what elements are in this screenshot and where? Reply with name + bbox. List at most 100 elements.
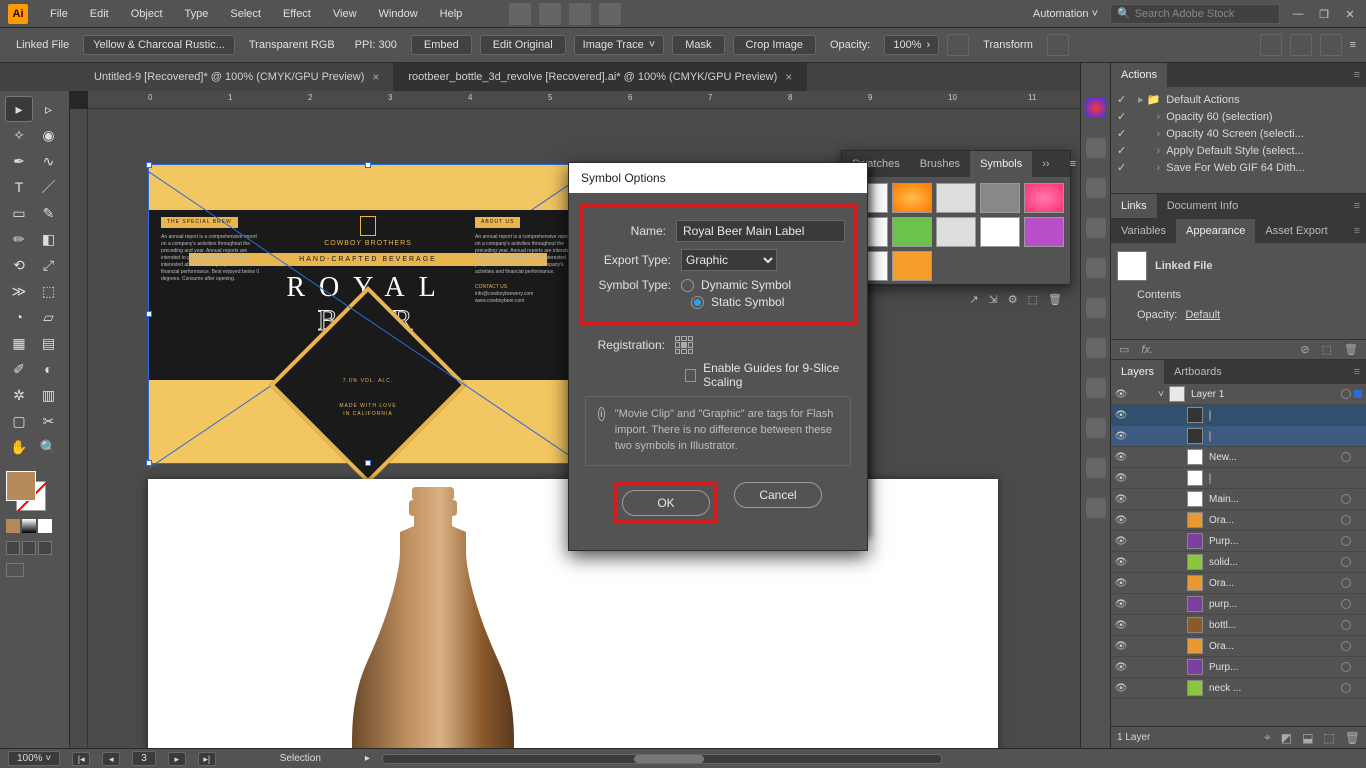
layer-name[interactable]: solid... <box>1206 557 1338 568</box>
window-minimize[interactable]: — <box>1290 8 1306 20</box>
layer-target[interactable] <box>1341 641 1351 651</box>
links-tab[interactable]: Links <box>1111 194 1157 218</box>
transparency-panel-icon[interactable] <box>1086 258 1106 278</box>
visibility-toggle[interactable]: 👁 <box>1111 683 1131 694</box>
panel-menu-icon[interactable]: ≡ <box>1348 194 1366 218</box>
menu-type[interactable]: Type <box>175 4 219 24</box>
ctlbar-icon-2[interactable] <box>1290 34 1312 56</box>
layer-target[interactable] <box>1341 662 1351 672</box>
delete-layer-icon[interactable]: 🗑 <box>1345 731 1360 745</box>
appearance-fx-icon[interactable]: fx. <box>1141 344 1153 356</box>
layer-name[interactable]: Main... <box>1206 494 1338 505</box>
gpu-icon[interactable] <box>599 3 621 25</box>
align-panel-icon[interactable] <box>1086 458 1106 478</box>
tab-close-icon[interactable]: × <box>372 70 379 84</box>
symbol-break-icon[interactable]: ⇲ <box>989 293 998 306</box>
layer-name[interactable]: bottl... <box>1206 620 1338 631</box>
panel-menu-icon[interactable]: ≡ <box>1348 63 1366 87</box>
symbol-options-icon[interactable]: ⚙ <box>1008 293 1018 306</box>
eraser-tool[interactable]: ◧ <box>36 227 62 251</box>
last-artboard-button[interactable]: ▸| <box>198 752 216 766</box>
layer-name[interactable]: New... <box>1206 452 1338 463</box>
ok-button[interactable]: OK <box>622 490 710 516</box>
pathfinder-icon[interactable] <box>1086 498 1106 518</box>
document-tab-1[interactable]: rootbeer_bottle_3d_revolve [Recovered].a… <box>394 63 807 91</box>
prev-artboard-button[interactable]: ◂ <box>102 752 120 766</box>
symbol-new-icon[interactable]: ⬚ <box>1028 293 1038 306</box>
window-restore[interactable]: ❐ <box>1316 8 1332 20</box>
layer-target[interactable] <box>1341 536 1351 546</box>
panel-expand-icon[interactable]: ›› <box>1032 151 1059 177</box>
registration-grid[interactable] <box>675 336 693 354</box>
rectangle-tool[interactable]: ▭ <box>6 201 32 225</box>
tab-close-icon[interactable]: × <box>785 70 792 84</box>
ctlbar-menu-icon[interactable]: ≡ <box>1350 39 1356 51</box>
transform-label[interactable]: Transform <box>977 39 1039 51</box>
artwork-beer-label[interactable]: COWBOY BROTHERS HAND-CRAFTED BEVERAGE RO… <box>148 164 588 464</box>
action-item[interactable]: Opacity 40 Screen (selecti... <box>1166 128 1304 140</box>
symbol-delete-icon[interactable]: 🗑 <box>1048 293 1062 306</box>
perspective-tool[interactable]: ▱ <box>36 305 62 329</box>
layer-row[interactable]: 👁solid... <box>1111 552 1366 573</box>
visibility-toggle[interactable]: 👁 <box>1111 641 1131 652</box>
new-layer-icon[interactable]: ⬚ <box>1323 731 1334 745</box>
symbol-name-input[interactable] <box>676 220 845 242</box>
static-symbol-radio[interactable] <box>691 296 704 309</box>
artboard-tool[interactable]: ▢ <box>6 409 32 433</box>
hand-tool[interactable]: ✋ <box>6 435 32 459</box>
rotate-tool[interactable]: ⟲ <box>6 253 32 277</box>
type-tool[interactable]: T <box>6 175 32 199</box>
draw-inside-icon[interactable] <box>38 541 52 555</box>
selection-handle[interactable] <box>146 311 152 317</box>
color-guide-icon[interactable] <box>1086 138 1106 158</box>
symbols-panel-icon[interactable] <box>1086 298 1106 318</box>
magic-wand-tool[interactable]: ✧ <box>6 123 32 147</box>
action-set[interactable]: Default Actions <box>1166 94 1239 106</box>
layer-name[interactable]: neck ... <box>1206 683 1338 694</box>
symbol-place-icon[interactable]: ↗ <box>969 293 978 306</box>
layer-row[interactable]: 👁Ora... <box>1111 636 1366 657</box>
direct-selection-tool[interactable]: ▹ <box>36 97 62 121</box>
appearance-delete-icon[interactable]: 🗑 <box>1344 343 1358 356</box>
symbol-item[interactable] <box>980 183 1020 213</box>
nine-slice-checkbox[interactable] <box>685 369 696 382</box>
brushes-panel-icon[interactable] <box>1086 338 1106 358</box>
layer-row[interactable]: 👁purp... <box>1111 594 1366 615</box>
visibility-toggle[interactable]: 👁 <box>1111 473 1131 484</box>
symbol-sprayer-tool[interactable]: ✲ <box>6 383 32 407</box>
preset-name[interactable]: Yellow & Charcoal Rustic... <box>83 35 235 55</box>
symbol-item[interactable] <box>892 217 932 247</box>
bridge-icon[interactable] <box>509 3 531 25</box>
layer-row[interactable]: 👁 <box>1111 405 1366 426</box>
locate-layer-icon[interactable]: ⌖ <box>1264 730 1271 745</box>
layer-name[interactable]: Purp... <box>1206 662 1338 673</box>
layer-target[interactable] <box>1209 473 1211 484</box>
layers-tab[interactable]: Layers <box>1111 360 1164 384</box>
appearance-clear-icon[interactable]: ⊘ <box>1300 343 1309 356</box>
graphic-styles-icon[interactable] <box>1086 418 1106 438</box>
stock-icon[interactable] <box>539 3 561 25</box>
draw-normal-icon[interactable] <box>6 541 20 555</box>
image-trace-dropdown[interactable]: Image Trace˅ <box>574 35 665 55</box>
mesh-tool[interactable]: ▦ <box>6 331 32 355</box>
symbol-item[interactable] <box>936 183 976 213</box>
swatches-panel-icon[interactable] <box>1086 378 1106 398</box>
paintbrush-tool[interactable]: ✎ <box>36 201 62 225</box>
layer-name[interactable]: Layer 1 <box>1188 389 1338 400</box>
zoom-level[interactable]: 100% ˅ <box>8 751 60 766</box>
screen-mode-icon[interactable] <box>6 563 24 577</box>
visibility-toggle[interactable]: 👁 <box>1111 389 1131 400</box>
gradient-panel-icon[interactable] <box>1086 218 1106 238</box>
layer-row[interactable]: 👁Purp... <box>1111 531 1366 552</box>
export-type-select[interactable]: Graphic <box>681 249 777 271</box>
appearance-contents[interactable]: Contents <box>1137 289 1181 301</box>
free-transform-tool[interactable]: ⬚ <box>36 279 62 303</box>
document-tab-0[interactable]: Untitled-9 [Recovered]* @ 100% (CMYK/GPU… <box>80 63 394 91</box>
symbol-item[interactable] <box>892 183 932 213</box>
selection-handle[interactable] <box>365 162 371 168</box>
artboard-number[interactable]: 3 <box>132 751 156 766</box>
appearance-add-icon[interactable]: ▭ <box>1119 343 1129 356</box>
line-tool[interactable]: ／ <box>36 175 62 199</box>
new-sublayer-icon[interactable]: ⬓ <box>1302 731 1313 745</box>
fill-stroke-swatch[interactable] <box>6 471 46 511</box>
